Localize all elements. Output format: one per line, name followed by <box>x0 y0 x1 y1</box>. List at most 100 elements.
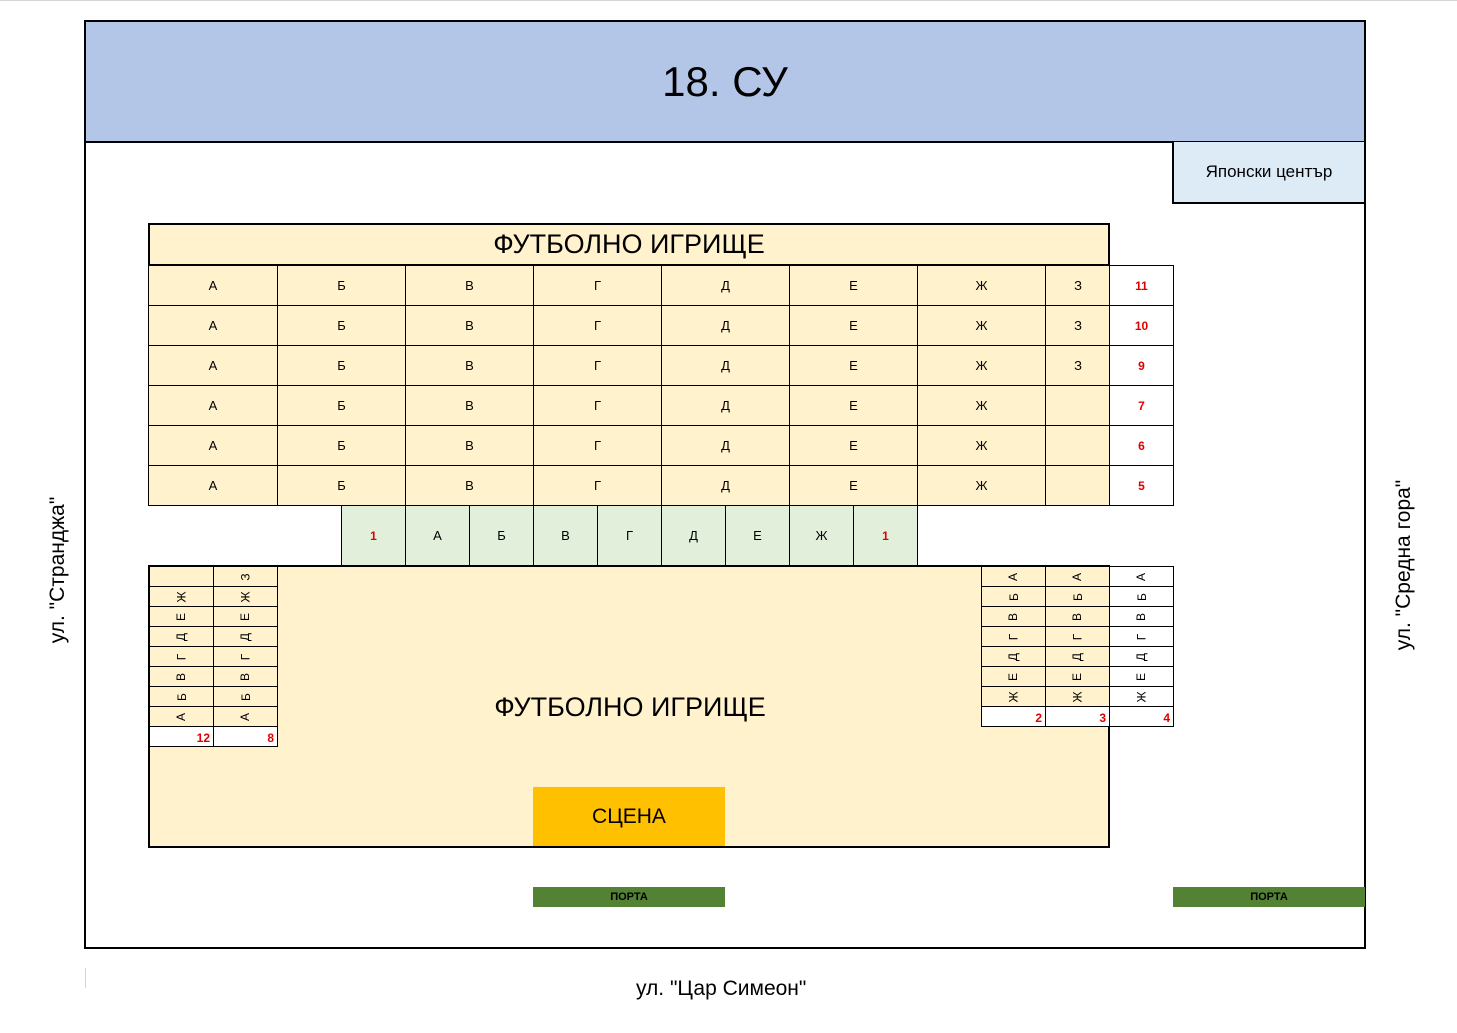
class-cell: А <box>981 566 1046 587</box>
class-cell: Б <box>469 505 534 566</box>
class-cell: Е <box>725 505 790 566</box>
school-building: 18. СУ <box>84 20 1366 143</box>
class-cell: Б <box>1109 586 1174 607</box>
class-cell: Д <box>1109 646 1174 667</box>
class-cell: А <box>148 385 278 426</box>
class-cell <box>1045 385 1111 426</box>
class-cell: В <box>981 606 1046 627</box>
grade-number: 4 <box>1109 706 1174 727</box>
class-cell: Ж <box>917 265 1046 306</box>
class-cell: А <box>148 465 278 506</box>
class-cell: Е <box>789 425 918 466</box>
class-cell: А <box>1109 566 1174 587</box>
class-cell: З <box>213 566 278 587</box>
class-cell: Е <box>213 606 278 627</box>
class-cell: Г <box>533 385 662 426</box>
class-cell: Б <box>213 686 278 707</box>
gate-left: ПОРТА <box>533 887 725 907</box>
bottom-football-field-title: ФУТБОЛНО ИГРИЩЕ <box>494 691 766 722</box>
class-cell: Ж <box>917 305 1046 346</box>
class-cell: Ж <box>917 385 1046 426</box>
class-cell: Г <box>1045 626 1110 647</box>
class-cell: Б <box>1045 586 1110 607</box>
class-cell: А <box>148 265 278 306</box>
class-cell: В <box>405 345 534 386</box>
class-cell: З <box>1045 265 1111 306</box>
grade-number: 10 <box>1109 305 1174 346</box>
class-cell: Г <box>533 265 662 306</box>
class-cell: А <box>1045 566 1110 587</box>
class-cell: А <box>148 425 278 466</box>
class-cell: В <box>213 666 278 687</box>
class-cell: Ж <box>917 425 1046 466</box>
top-football-field-title: ФУТБОЛНО ИГРИЩЕ <box>148 223 1110 266</box>
class-cell: В <box>1109 606 1174 627</box>
class-cell: В <box>149 666 214 687</box>
class-cell: Б <box>149 686 214 707</box>
grade-number: 6 <box>1109 425 1174 466</box>
class-cell: Е <box>789 385 918 426</box>
grade-number: 1 <box>853 505 918 566</box>
class-cell: Ж <box>981 686 1046 707</box>
class-cell: Г <box>533 305 662 346</box>
class-cell: В <box>405 465 534 506</box>
class-cell: Г <box>597 505 662 566</box>
class-cell: Ж <box>149 586 214 607</box>
class-cell: Б <box>277 305 406 346</box>
class-cell <box>1045 425 1111 466</box>
class-cell: Е <box>1045 666 1110 687</box>
class-cell: Г <box>981 626 1046 647</box>
class-cell: В <box>405 385 534 426</box>
class-cell: А <box>149 706 214 727</box>
class-cell: Е <box>149 606 214 627</box>
grade-number: 9 <box>1109 345 1174 386</box>
grade-number: 1 <box>341 505 406 566</box>
class-cell: Ж <box>917 465 1046 506</box>
grade-number: 12 <box>149 726 214 747</box>
class-cell: Д <box>981 646 1046 667</box>
class-cell: З <box>1045 305 1111 346</box>
class-cell: Ж <box>917 345 1046 386</box>
stage: СЦЕНА <box>533 787 725 846</box>
class-cell: В <box>533 505 598 566</box>
class-cell: Д <box>661 345 790 386</box>
gate-right: ПОРТА <box>1173 887 1365 907</box>
grade-number: 11 <box>1109 265 1174 306</box>
class-cell: Г <box>213 646 278 667</box>
class-cell: Ж <box>1045 686 1110 707</box>
class-cell: Г <box>533 425 662 466</box>
class-cell: Д <box>661 265 790 306</box>
japan-center: Японски център <box>1172 142 1366 204</box>
class-cell: Е <box>789 305 918 346</box>
top-line <box>0 0 1457 1</box>
class-cell: Д <box>149 626 214 647</box>
class-cell: Д <box>661 385 790 426</box>
class-cell: А <box>213 706 278 727</box>
class-cell: Б <box>277 265 406 306</box>
grade-number: 5 <box>1109 465 1174 506</box>
class-cell: Е <box>789 465 918 506</box>
class-cell: В <box>405 425 534 466</box>
class-cell: Б <box>277 465 406 506</box>
class-cell: А <box>148 305 278 346</box>
class-cell: Д <box>661 425 790 466</box>
class-cell: Ж <box>213 586 278 607</box>
class-cell: Б <box>277 345 406 386</box>
street-tsar-simeon: ул. "Цар Симеон" <box>636 977 807 1000</box>
class-cell: Б <box>981 586 1046 607</box>
class-cell: В <box>1045 606 1110 627</box>
class-cell: В <box>405 265 534 306</box>
class-cell: Г <box>149 646 214 667</box>
class-cell: Д <box>661 465 790 506</box>
left-mark <box>85 968 86 988</box>
class-cell: Е <box>981 666 1046 687</box>
class-cell: Б <box>277 385 406 426</box>
grade-number: 3 <box>1045 706 1110 727</box>
class-cell <box>149 566 214 587</box>
class-cell: Е <box>1109 666 1174 687</box>
class-cell: З <box>1045 345 1111 386</box>
street-sredna-gora: ул. "Средна гора" <box>1392 479 1415 651</box>
grade-number: 7 <box>1109 385 1174 426</box>
class-cell: Б <box>277 425 406 466</box>
grade-number: 8 <box>213 726 278 747</box>
